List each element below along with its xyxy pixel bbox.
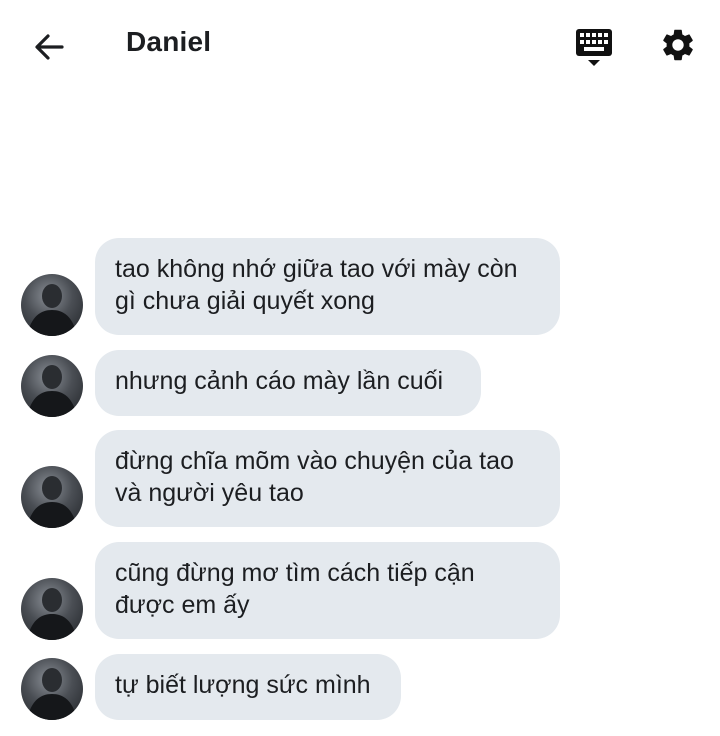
message-bubble: nhưng cảnh cáo mày lần cuối [95, 350, 481, 416]
avatar[interactable] [21, 658, 83, 720]
message-bubble: tao không nhớ giữa tao với mày còn gì ch… [95, 238, 560, 335]
avatar[interactable] [21, 578, 83, 640]
avatar[interactable] [21, 355, 83, 417]
message-bubble: tự biết lượng sức mình [95, 654, 401, 720]
message-bubble: đừng chĩa mõm vào chuyện của tao và ngườ… [95, 430, 560, 527]
avatar[interactable] [21, 466, 83, 528]
avatar[interactable] [21, 274, 83, 336]
message-bubble: cũng đừng mơ tìm cách tiếp cận được em ấ… [95, 542, 560, 639]
message-list: tao không nhớ giữa tao với mày còn gì ch… [0, 0, 720, 736]
